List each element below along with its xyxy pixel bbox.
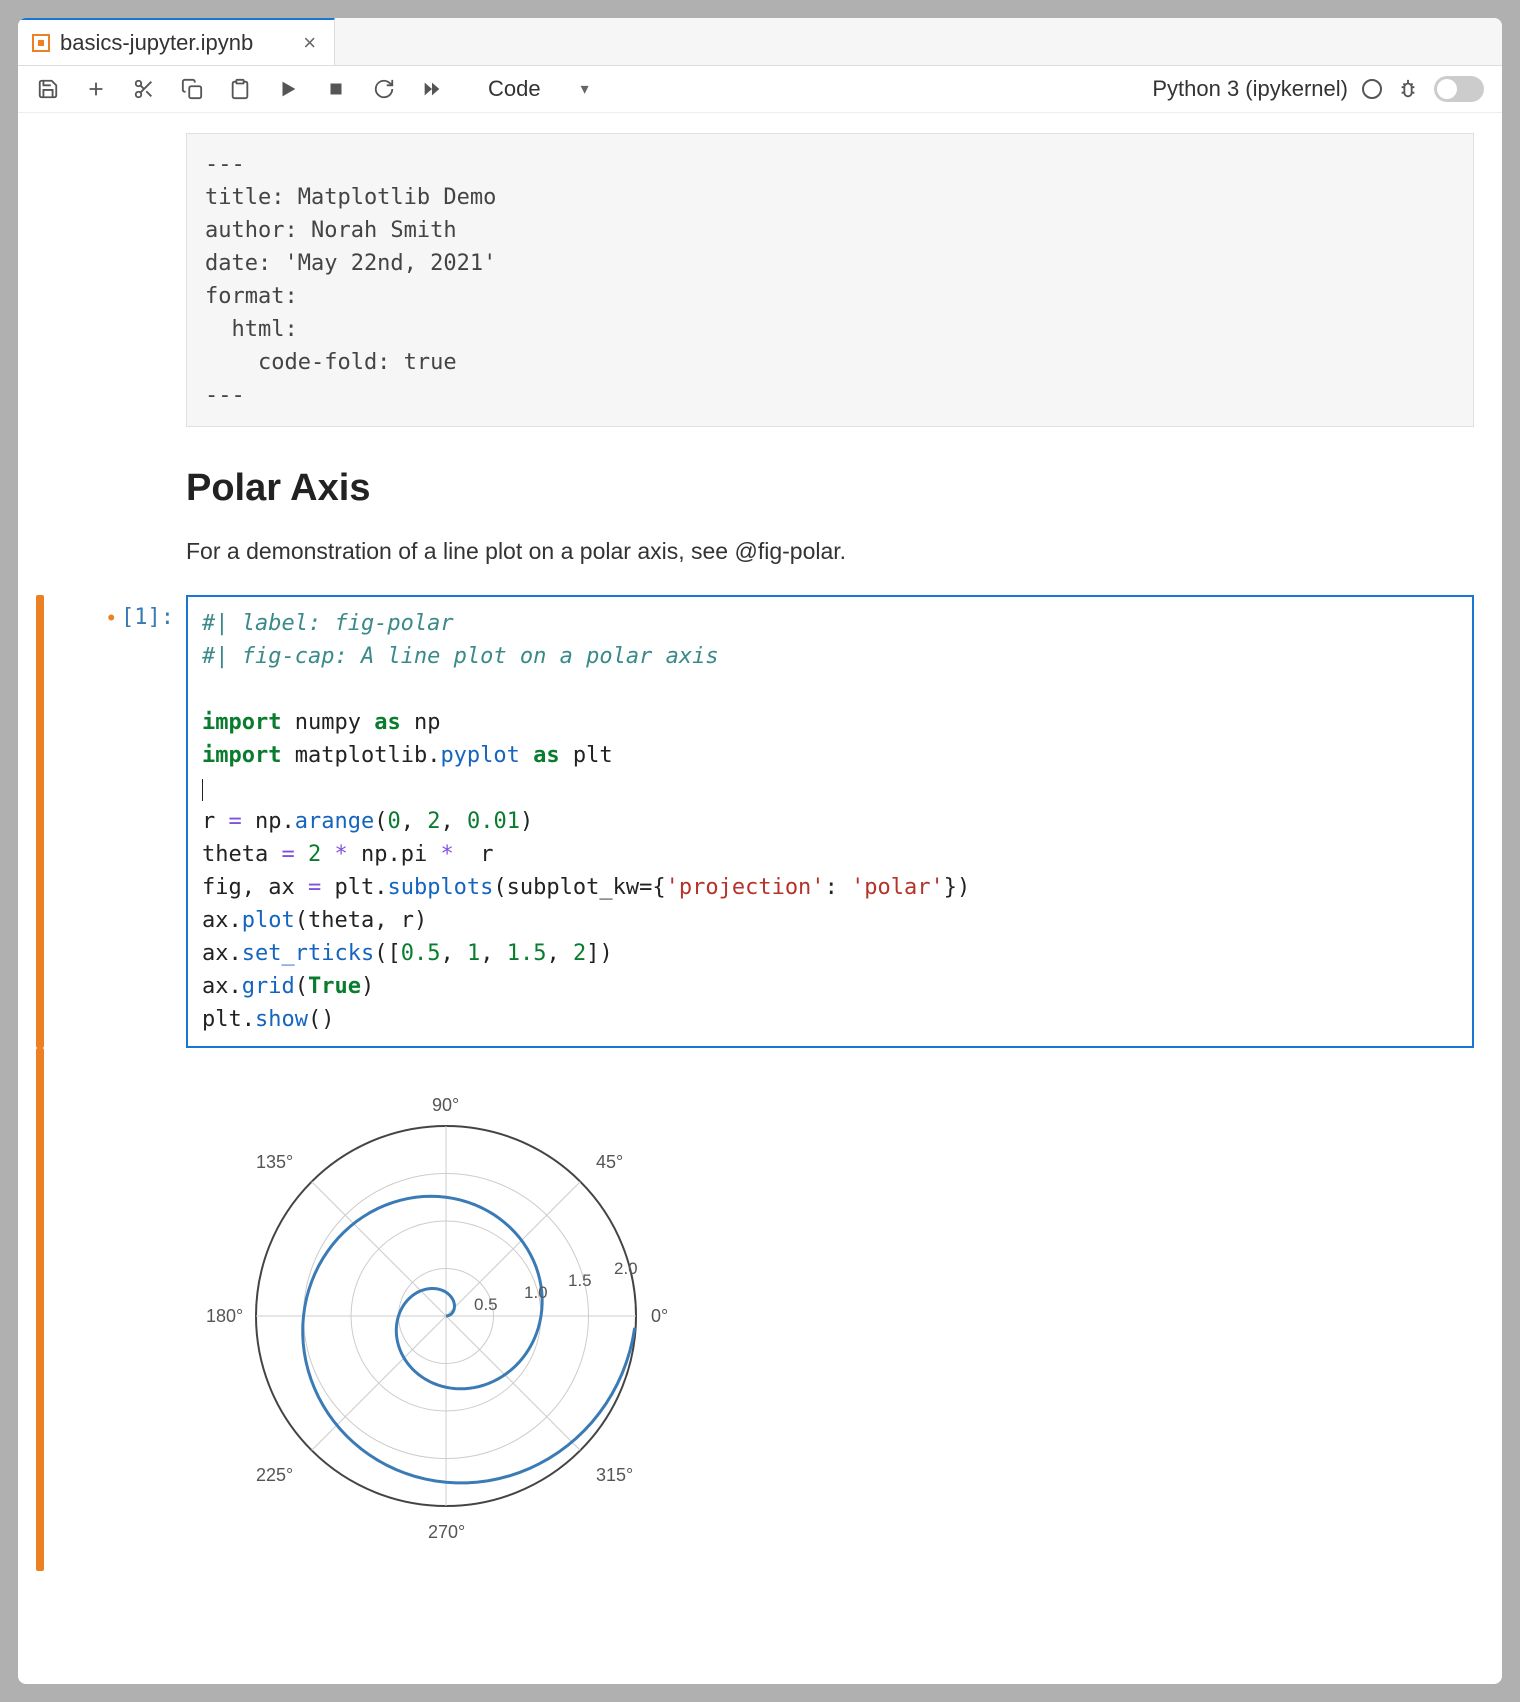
restart-icon[interactable] <box>372 77 396 101</box>
paste-icon[interactable] <box>228 77 252 101</box>
debugger-toggle[interactable] <box>1434 76 1484 102</box>
svg-text:270°: 270° <box>428 1522 465 1542</box>
svg-text:180°: 180° <box>206 1306 243 1326</box>
notebook-tab[interactable]: basics-jupyter.ipynb × <box>18 18 335 65</box>
output-row: 0° 45° 90° 135° 180° 225° 270° 315° 0.5 … <box>36 1048 1484 1571</box>
svg-text:135°: 135° <box>256 1152 293 1172</box>
unsaved-indicator: • <box>107 605 115 1048</box>
kernel-name[interactable]: Python 3 (ipykernel) <box>1152 76 1348 102</box>
toolbar: Code ▾ Python 3 (ipykernel) <box>18 66 1502 113</box>
run-icon[interactable] <box>276 77 300 101</box>
cut-icon[interactable] <box>132 77 156 101</box>
stop-icon[interactable] <box>324 77 348 101</box>
execution-count: [1]: <box>121 605 174 1048</box>
svg-text:45°: 45° <box>596 1152 623 1172</box>
copy-icon[interactable] <box>180 77 204 101</box>
prompt-area: • [1]: <box>60 595 186 1048</box>
cell-output: 0° 45° 90° 135° 180° 225° 270° 315° 0.5 … <box>186 1048 696 1571</box>
tab-title: basics-jupyter.ipynb <box>60 30 253 56</box>
add-cell-icon[interactable] <box>84 77 108 101</box>
svg-text:0.5: 0.5 <box>474 1295 498 1314</box>
markdown-heading: Polar Axis <box>186 467 1474 510</box>
svg-text:315°: 315° <box>596 1465 633 1485</box>
run-all-icon[interactable] <box>420 77 444 101</box>
save-icon[interactable] <box>36 77 60 101</box>
cell-type-select[interactable]: Code ▾ <box>488 76 589 102</box>
polar-plot: 0° 45° 90° 135° 180° 225° 270° 315° 0.5 … <box>196 1066 696 1566</box>
svg-text:1.0: 1.0 <box>524 1283 548 1302</box>
bug-icon[interactable] <box>1396 77 1420 101</box>
close-icon[interactable]: × <box>303 30 316 56</box>
notebook-icon <box>32 34 50 52</box>
kernel-info: Python 3 (ipykernel) <box>1152 76 1484 102</box>
svg-text:1.5: 1.5 <box>568 1271 592 1290</box>
kernel-status-icon[interactable] <box>1362 79 1382 99</box>
svg-text:90°: 90° <box>432 1095 459 1115</box>
svg-text:225°: 225° <box>256 1465 293 1485</box>
cell-collapse-bar[interactable] <box>36 595 44 1048</box>
markdown-paragraph: For a demonstration of a line plot on a … <box>186 538 1474 565</box>
code-cell-input[interactable]: #| label: fig-polar #| fig-cap: A line p… <box>186 595 1474 1048</box>
jupyter-window: basics-jupyter.ipynb × <box>18 18 1502 1684</box>
raw-cell[interactable]: --- title: Matplotlib Demo author: Norah… <box>186 133 1474 427</box>
chevron-down-icon: ▾ <box>581 79 589 99</box>
notebook-area[interactable]: --- title: Matplotlib Demo author: Norah… <box>18 113 1502 1684</box>
cell-type-label: Code <box>488 76 541 102</box>
output-collapse-bar[interactable] <box>36 1048 44 1571</box>
svg-text:2.0: 2.0 <box>614 1259 638 1278</box>
tab-bar: basics-jupyter.ipynb × <box>18 18 1502 66</box>
svg-text:0°: 0° <box>651 1306 668 1326</box>
markdown-cell[interactable]: Polar Axis For a demonstration of a line… <box>186 427 1474 595</box>
code-cell-row: • [1]: #| label: fig-polar #| fig-cap: A… <box>36 595 1484 1048</box>
